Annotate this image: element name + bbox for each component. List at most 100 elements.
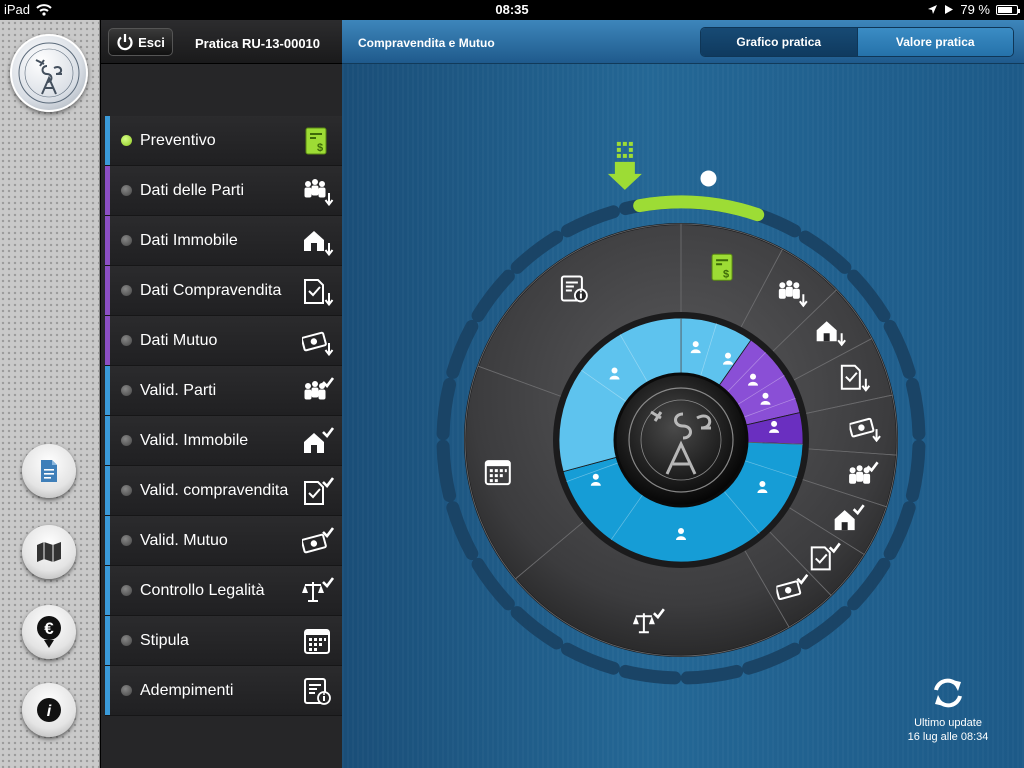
exit-button[interactable]: Esci [108,28,173,56]
exit-label: Esci [138,34,165,50]
contract-check-icon [304,477,334,505]
app-screen: iPad 08:35 79 % € i Esci Pratica RU-13-0… [0,0,1024,768]
money-check-icon [302,527,334,554]
people-download-icon [304,179,334,206]
last-update: Ultimo update 16 lug alle 08:34 [896,676,1000,744]
left-rail: € i [0,20,100,768]
status-dot [121,485,132,496]
menu-item-valid-mutuo[interactable]: Valid. Mutuo [105,516,342,566]
menu-item-label: Stipula [140,632,189,649]
menu-item-label: Dati Mutuo [140,332,218,349]
workflow-menu: Preventivo $ Dati delle Parti Dati Immobile… [105,116,342,716]
calendar-icon [304,629,330,654]
power-icon [117,34,133,51]
menu-item-dati-delle-parti[interactable]: Dati delle Parti [105,166,342,216]
status-stripe [105,166,110,215]
menu-item-valid-parti[interactable]: Valid. Parti [105,366,342,416]
svg-text:$: $ [317,142,323,154]
main-area: Compravendita e Mutuo Grafico pratica Va… [342,20,1024,768]
status-dot [121,385,132,396]
menu-item-dati-compravendita[interactable]: Dati Compravendita [105,266,342,316]
center-seal [613,372,749,508]
track-dash [618,664,682,685]
menu-item-preventivo[interactable]: Preventivo $ [105,116,342,166]
track-dash [510,230,564,274]
status-dot [121,435,132,446]
panel-header: Esci Pratica RU-13-00010 [101,20,342,64]
status-stripe [105,116,110,165]
tab-valore-pratica[interactable]: Valore pratica [857,28,1013,56]
menu-item-label: Preventivo [140,132,216,149]
status-stripe [105,516,110,565]
track-dash [560,642,620,675]
info-button[interactable]: i [22,683,76,737]
track-dash [798,230,852,274]
menu-item-label: Dati Immobile [140,232,238,249]
menu-item-label: Valid. compravendita [140,482,289,499]
sga-logo [10,34,88,112]
pratica-id: Pratica RU-13-00010 [195,36,321,51]
position-dot [700,170,717,187]
status-dot [121,685,132,696]
form-info-icon [304,678,331,705]
status-stripe [105,616,110,665]
quote-icon: $ [305,127,327,155]
menu-item-label: Controllo Legalità [140,582,265,599]
svg-text:€: € [44,619,54,638]
map-button[interactable] [22,525,76,579]
contract-download-icon [304,279,334,306]
track-dash [471,269,515,323]
status-dot [121,535,132,546]
clock: 08:35 [495,2,529,17]
menu-item-dati-mutuo[interactable]: Dati Mutuo [105,316,342,366]
status-bar: iPad 08:35 79 % [0,0,1024,20]
track-dash [798,606,852,650]
status-stripe [105,566,110,615]
status-dot [121,135,132,146]
house-download-icon [304,231,334,256]
track-dash [847,557,891,611]
location-icon [928,5,938,14]
status-stripe [105,316,110,365]
menu-item-label: Dati delle Parti [140,182,245,199]
track-dash [905,377,926,441]
view-switcher: Grafico pratica Valore pratica [700,27,1014,57]
menu-item-label: Valid. Mutuo [140,532,228,549]
update-time: 16 lug alle 08:34 [907,731,989,743]
status-stripe [105,366,110,415]
battery-icon [996,4,1020,15]
main-header: Compravendita e Mutuo Grafico pratica Va… [342,20,1024,64]
status-stripe [105,266,110,315]
progress-arc [633,195,765,222]
people-check-icon [304,377,334,400]
status-dot [121,185,132,196]
tab-grafico-pratica[interactable]: Grafico pratica [701,28,858,56]
status-stripe [105,666,110,715]
status-stripe [105,216,110,265]
track-dash [883,319,916,379]
status-dot [121,635,132,646]
menu-item-dati-immobile[interactable]: Dati Immobile [105,216,342,266]
euro-icon: € [37,616,61,648]
svg-text:i: i [47,703,52,720]
progress-dial: $ [436,141,926,685]
document-button[interactable] [22,444,76,498]
menu-item-label: Valid. Parti [140,382,217,399]
menu-item-valid-compravendita[interactable]: Valid. compravendita [105,466,342,516]
page-title: Compravendita e Mutuo [358,36,495,50]
status-dot [121,585,132,596]
menu-item-controllo-legalità[interactable]: Controllo Legalità [105,566,342,616]
sync-icon[interactable] [931,676,965,710]
menu-item-valid-immobile[interactable]: Valid. Immobile [105,416,342,466]
quote-icon: $ [711,253,733,281]
status-stripe [105,416,110,465]
current-step-arrow-icon [607,141,642,190]
money-download-icon [302,331,334,356]
euro-button[interactable]: € [22,605,76,659]
menu-item-adempimenti[interactable]: Adempimenti [105,666,342,716]
track-dash [680,664,744,685]
track-dash [742,642,802,675]
menu-item-stipula[interactable]: Stipula [105,616,342,666]
play-icon [945,5,954,14]
status-dot [121,285,132,296]
